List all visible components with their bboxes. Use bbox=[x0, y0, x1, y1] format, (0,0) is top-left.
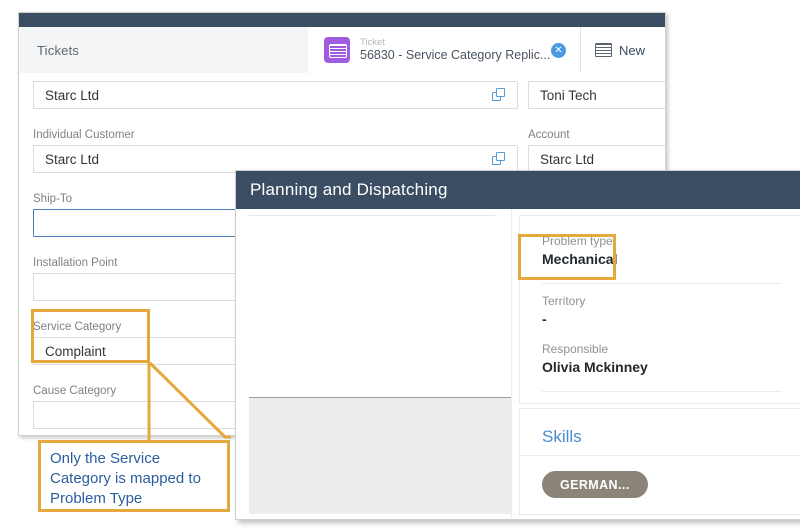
new-button[interactable]: New bbox=[581, 27, 665, 73]
skills-divider bbox=[520, 455, 800, 456]
detail-rule bbox=[542, 283, 782, 284]
tab-tickets[interactable]: Tickets bbox=[19, 27, 309, 73]
new-button-label: New bbox=[619, 42, 646, 58]
field-contact-input[interactable]: Toni Tech bbox=[528, 81, 665, 109]
close-icon[interactable]: ✕ bbox=[551, 43, 566, 58]
tab-ticket-active[interactable]: Ticket 56830 - Service Category Replic..… bbox=[308, 27, 581, 73]
planning-window-title: Planning and Dispatching bbox=[250, 180, 448, 199]
detail-responsible-label: Responsible bbox=[542, 342, 609, 356]
tab-ticket-title: 56830 - Service Category Replic... bbox=[360, 48, 551, 63]
screenshot-stage: Tickets Ticket 56830 - Service Category … bbox=[0, 0, 800, 530]
detail-responsible: Responsible Olivia Mckinney bbox=[542, 342, 648, 375]
detail-territory: Territory - bbox=[542, 294, 585, 327]
callout-text: Only the Service Category is mapped to P… bbox=[50, 450, 201, 507]
field-account-label: Account bbox=[528, 129, 570, 141]
field-customer-value: Starc Ltd bbox=[45, 87, 100, 103]
planning-window-header: Planning and Dispatching bbox=[236, 171, 800, 209]
field-individual-customer: Individual Customer Starc Ltd bbox=[33, 129, 518, 173]
new-document-icon bbox=[595, 43, 612, 57]
field-individual-customer-label: Individual Customer bbox=[33, 129, 135, 141]
field-account-value: Starc Ltd bbox=[540, 151, 595, 167]
ticket-icon-glyph bbox=[329, 44, 347, 58]
field-account-input[interactable]: Starc Ltd bbox=[528, 145, 665, 173]
ticket-icon bbox=[324, 37, 350, 63]
field-account: Account Starc Ltd bbox=[528, 129, 665, 173]
window-title-bar bbox=[19, 13, 665, 27]
field-contact-value: Toni Tech bbox=[540, 87, 597, 103]
skills-title[interactable]: Skills bbox=[542, 427, 582, 447]
open-link-icon[interactable] bbox=[492, 152, 505, 165]
detail-territory-label: Territory bbox=[542, 294, 586, 308]
detail-rule bbox=[542, 391, 782, 392]
field-individual-customer-input[interactable]: Starc Ltd bbox=[33, 145, 518, 173]
panel-divider bbox=[511, 209, 512, 519]
tab-tickets-label: Tickets bbox=[37, 42, 80, 58]
field-individual-customer-value: Starc Ltd bbox=[45, 151, 100, 167]
tab-ticket-kind: Ticket bbox=[360, 37, 385, 49]
planning-dispatching-window: Planning and Dispatching Problem type Me… bbox=[235, 170, 800, 520]
field-customer-input[interactable]: Starc Ltd bbox=[33, 81, 518, 109]
skills-card: Skills GERMAN... bbox=[519, 408, 800, 515]
service-category-highlight bbox=[31, 309, 150, 363]
field-customer: Starc Ltd bbox=[33, 81, 518, 109]
detail-territory-value: - bbox=[542, 311, 547, 327]
field-contact: Toni Tech bbox=[528, 81, 665, 109]
problem-type-highlight bbox=[518, 234, 616, 280]
planning-gantt-panel[interactable] bbox=[249, 397, 511, 514]
planning-map-panel[interactable] bbox=[249, 215, 495, 398]
open-link-icon[interactable] bbox=[492, 88, 505, 101]
tab-strip: Tickets Ticket 56830 - Service Category … bbox=[19, 27, 665, 74]
tab-ticket-text: Ticket 56830 - Service Category Replic..… bbox=[360, 37, 550, 63]
skill-tag[interactable]: GERMAN... bbox=[542, 471, 648, 498]
callout-annotation: Only the Service Category is mapped to P… bbox=[38, 440, 230, 512]
detail-responsible-value: Olivia Mckinney bbox=[542, 359, 648, 375]
